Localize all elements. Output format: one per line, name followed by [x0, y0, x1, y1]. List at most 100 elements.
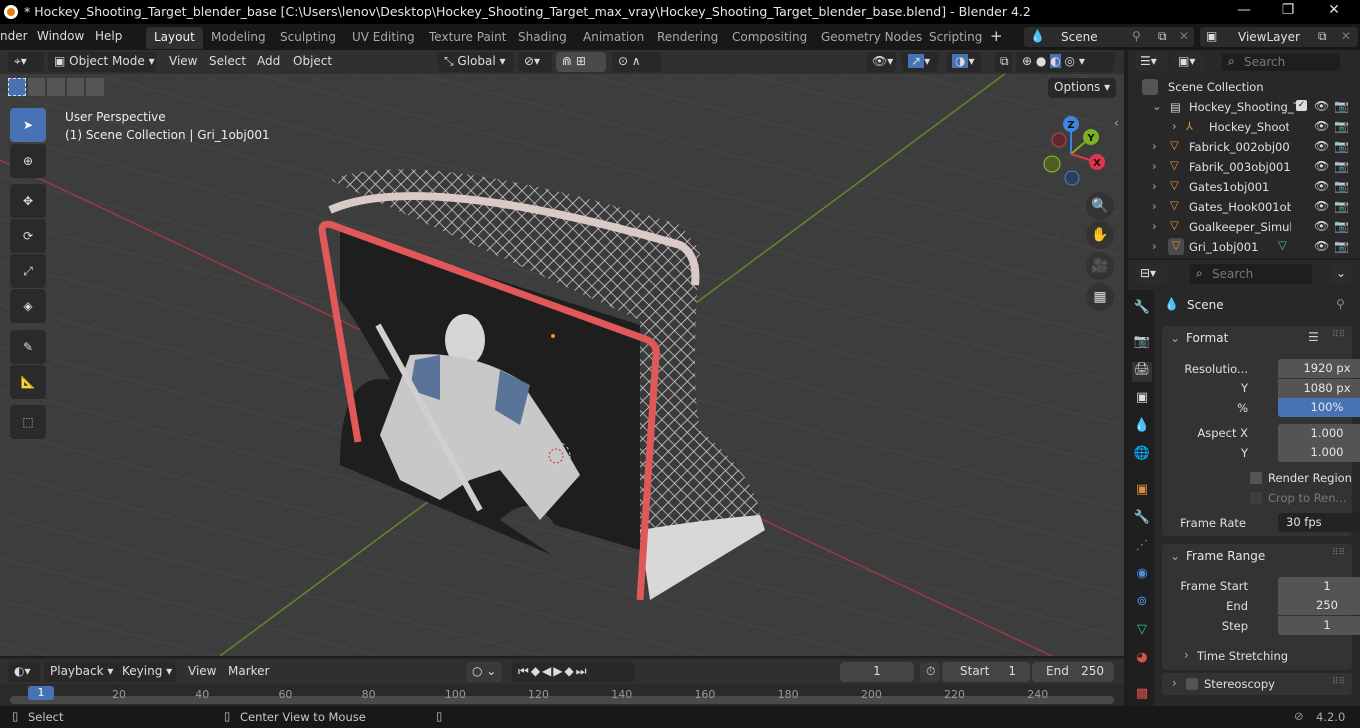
camera-icon[interactable]: 📷 — [1334, 179, 1349, 193]
select-intersect-icon[interactable] — [86, 78, 105, 96]
tab-animation[interactable]: Animation — [575, 27, 652, 49]
start-frame-field[interactable]: Start 1 — [942, 662, 1030, 682]
3d-viewport[interactable]: ⌖▾ ▣ Object Mode ▾ View Select Add Objec… — [0, 50, 1124, 656]
neg-z-axis-handle[interactable] — [1064, 170, 1080, 186]
pin-icon[interactable]: ⚲ — [1132, 29, 1141, 43]
prev-keyframe-icon[interactable]: ◆ — [531, 664, 542, 678]
eye-icon[interactable]: 👁 — [1314, 219, 1329, 233]
eye-icon[interactable]: 👁 — [1314, 239, 1329, 253]
tab-texture-paint[interactable]: Texture Paint — [421, 27, 514, 49]
stopwatch-icon[interactable]: ⏱ — [920, 662, 940, 682]
chevron-down-icon[interactable]: ⌄ — [1170, 549, 1180, 563]
physics-tab-icon[interactable]: ◉ — [1132, 566, 1152, 586]
annotate-tool[interactable]: ✎ — [10, 330, 46, 364]
time-stretching-subpanel[interactable]: Time Stretching — [1197, 649, 1288, 663]
presets-icon[interactable]: ☰ — [1308, 330, 1319, 344]
mesh-data-icon[interactable]: ▽ — [1278, 238, 1287, 252]
menu-help[interactable]: Help — [95, 29, 122, 43]
render-region-checkbox[interactable] — [1250, 472, 1262, 484]
timeline-editor-type[interactable]: ◐▾ — [8, 662, 40, 682]
outliner-item[interactable]: › ▽ Gates_Hook001obj 👁 📷 — [1128, 197, 1360, 217]
exclude-checkbox[interactable]: ✓ — [1296, 100, 1307, 111]
editor-type-button[interactable]: ⌖▾ — [8, 52, 44, 72]
chevron-down-icon[interactable]: ⌄ — [1152, 99, 1162, 113]
snap-toggle[interactable]: ⋒ ⊞ — [556, 52, 606, 72]
drag-handle-icon[interactable]: ⠿⠿ — [1332, 548, 1345, 558]
scene-tab-icon[interactable]: 💧 — [1132, 418, 1152, 438]
select-invert-icon[interactable] — [66, 78, 85, 96]
panel-title[interactable]: Format — [1186, 331, 1228, 345]
remove-scene-icon[interactable]: ✕ — [1179, 29, 1189, 43]
pan-button[interactable]: ✋ — [1086, 221, 1114, 249]
overlay-toggle[interactable]: ◑ ▾ — [946, 52, 982, 72]
tab-modeling[interactable]: Modeling — [203, 27, 274, 49]
pin-icon[interactable]: ⚲ — [1336, 297, 1345, 311]
rendered-icon[interactable]: ◎ — [1065, 54, 1075, 68]
minimize-button[interactable]: — — [1224, 2, 1264, 22]
xray-toggle[interactable]: ⧉ — [994, 52, 1012, 72]
menu-select[interactable]: Select — [209, 54, 246, 68]
visibility-button[interactable]: 👁▾ — [866, 52, 896, 72]
current-frame-field[interactable]: 1 — [840, 662, 914, 682]
play-reverse-icon[interactable]: ◀ — [542, 664, 553, 678]
close-button[interactable]: ✕ — [1314, 2, 1354, 22]
scale-tool[interactable]: ⤢ — [10, 254, 46, 288]
output-tab-icon[interactable]: 🖨 — [1132, 362, 1152, 382]
frame-step-field[interactable]: 1 — [1278, 616, 1360, 635]
frame-rate-dropdown[interactable]: 30 fps⌄ — [1278, 513, 1360, 532]
menu-render[interactable]: nder — [0, 29, 28, 43]
data-tab-icon[interactable]: ▽ — [1132, 622, 1152, 642]
camera-icon[interactable]: 📷 — [1334, 219, 1349, 233]
world-tab-icon[interactable]: 🌐 — [1132, 446, 1152, 466]
neg-y-axis-handle[interactable] — [1043, 155, 1061, 173]
outliner-item[interactable]: › ⅄ Hockey_Shooti 👁 📷 — [1128, 117, 1360, 137]
timeline-menu-view[interactable]: View — [188, 664, 216, 678]
outliner-item[interactable]: › ▽ Fabrick_002obj001 👁 📷 — [1128, 137, 1360, 157]
options-dropdown[interactable]: Options ▾ — [1048, 78, 1116, 98]
frame-start-field[interactable]: 1 — [1278, 577, 1360, 596]
material-preview-icon[interactable]: ◐ — [1050, 54, 1061, 68]
tab-shading[interactable]: Shading — [510, 27, 575, 49]
new-viewlayer-icon[interactable]: ⧉ — [1318, 29, 1327, 44]
camera-icon[interactable]: 📷 — [1334, 159, 1349, 173]
select-new-icon[interactable] — [8, 78, 26, 96]
chevron-right-icon[interactable]: › — [1184, 648, 1189, 662]
texture-tab-icon[interactable]: ▩ — [1132, 686, 1152, 706]
outliner-item-active[interactable]: › ▽ Gri_1obj001 ▽ 👁 📷 — [1128, 237, 1360, 257]
playback-dropdown[interactable]: Playback ▾ — [44, 662, 116, 682]
jump-start-icon[interactable]: ⏮ — [518, 664, 531, 678]
rotate-tool[interactable]: ⟳ — [10, 219, 46, 253]
remove-viewlayer-icon[interactable]: ✕ — [1341, 29, 1351, 43]
drag-handle-icon[interactable]: ⠿⠿ — [1332, 677, 1345, 687]
eye-icon[interactable]: 👁 — [1314, 139, 1329, 153]
select-box-tool[interactable]: ➤ — [10, 108, 46, 142]
eye-icon[interactable]: 👁 — [1314, 119, 1329, 133]
mode-dropdown[interactable]: ▣ Object Mode ▾ — [48, 52, 156, 72]
jump-end-icon[interactable]: ⏭ — [576, 664, 589, 678]
chevron-right-icon[interactable]: › — [1152, 179, 1157, 193]
eye-icon[interactable]: 👁 — [1314, 199, 1329, 213]
camera-icon[interactable]: 📷 — [1334, 239, 1349, 253]
new-scene-icon[interactable]: ⧉ — [1158, 29, 1167, 44]
outliner-item[interactable]: › ▽ Fabrik_003obj001 👁 📷 — [1128, 157, 1360, 177]
transform-tool[interactable]: ◈ — [10, 289, 46, 323]
outliner-item[interactable]: ⌄ ▤ Hockey_Shooting_T ✓ 👁 📷 — [1128, 97, 1360, 117]
tab-uv-editing[interactable]: UV Editing — [344, 27, 423, 49]
eye-icon[interactable]: 👁 — [1314, 179, 1329, 193]
neg-x-axis-handle[interactable] — [1051, 132, 1067, 148]
resolution-y-field[interactable]: 1080 px — [1278, 379, 1360, 398]
cursor-tool[interactable]: ⊕ — [10, 144, 46, 178]
chevron-right-icon[interactable]: › — [1152, 239, 1157, 253]
solid-icon[interactable]: ● — [1036, 54, 1046, 68]
maximize-button[interactable]: ❐ — [1268, 2, 1308, 22]
object-tab-icon[interactable]: ▣ — [1132, 482, 1152, 502]
tab-rendering[interactable]: Rendering — [649, 27, 726, 49]
move-tool[interactable]: ✥ — [10, 184, 46, 218]
chevron-right-icon[interactable]: › — [1152, 219, 1157, 233]
eye-icon[interactable]: 👁 — [1314, 99, 1329, 113]
resolution-percent-field[interactable]: 100% — [1278, 398, 1360, 417]
measure-tool[interactable]: 📐 — [10, 365, 46, 399]
stereoscopy-label[interactable]: Stereoscopy — [1204, 677, 1275, 691]
constraints-tab-icon[interactable]: ⊚ — [1132, 594, 1152, 614]
select-subtract-icon[interactable] — [47, 78, 65, 96]
